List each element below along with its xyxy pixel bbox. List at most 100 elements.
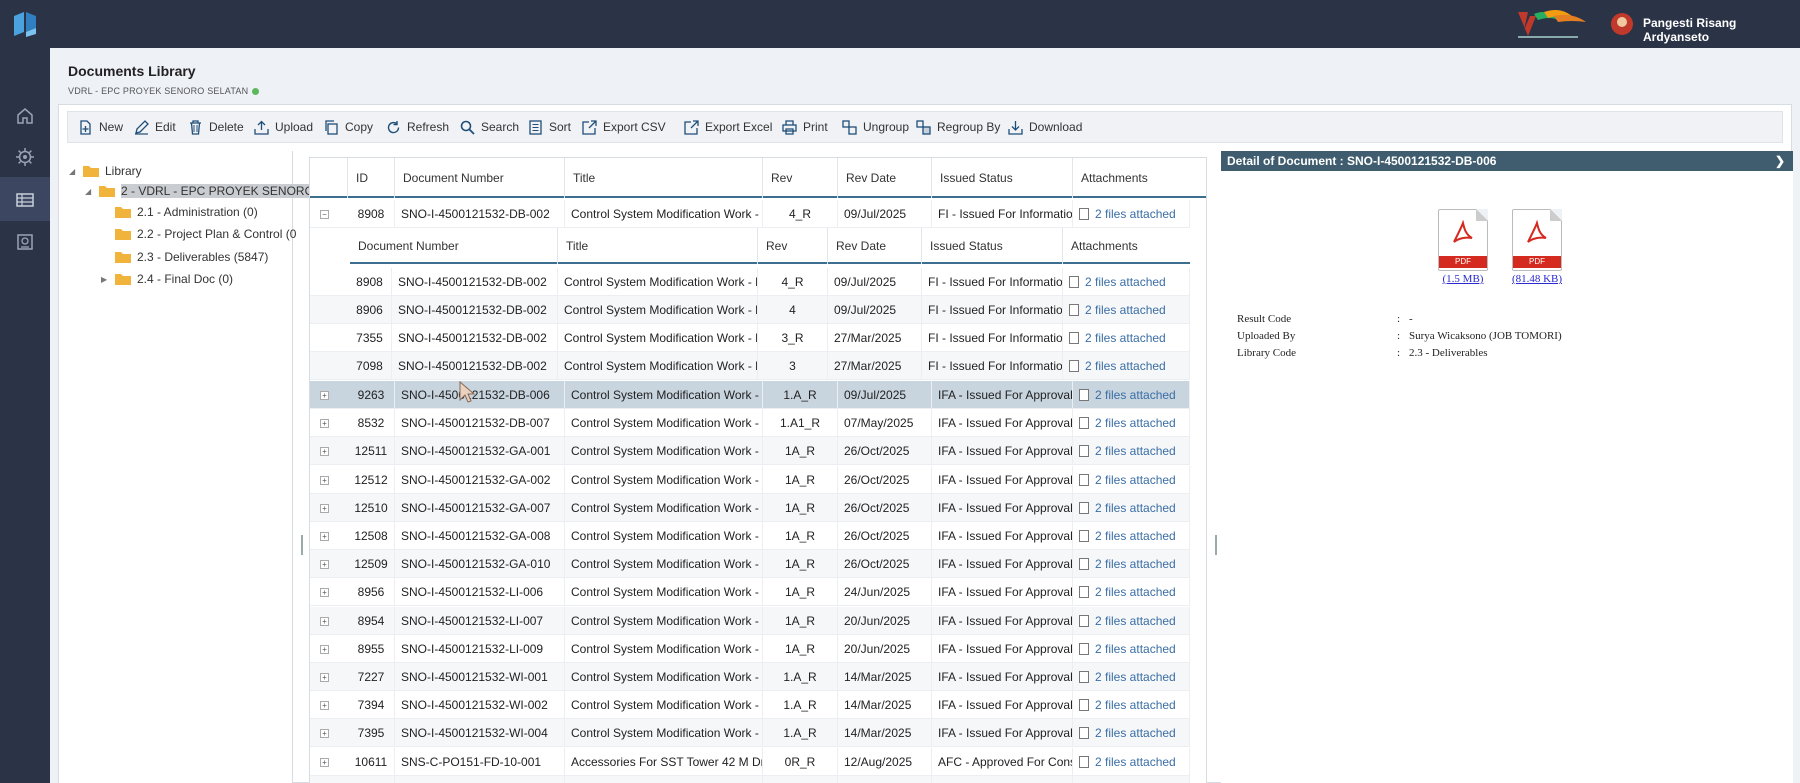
splitter-handle[interactable] xyxy=(1215,535,1217,555)
table-row[interactable]: +10611 SNS-C-PO151-FD-10-001 Accessories F… xyxy=(310,747,1190,776)
attachments-text[interactable]: 2 files attached xyxy=(1095,614,1176,628)
file-size-link[interactable]: (1.5 MB) xyxy=(1435,273,1491,285)
attachments-text[interactable]: 2 files attached xyxy=(1095,585,1176,599)
table-row[interactable]: +10602SNS-C-PO151-FD-10-002SST Tower 42 … xyxy=(310,775,1190,783)
attachments-text[interactable]: 2 files attached xyxy=(1095,642,1176,656)
attachments-link[interactable]: 2 files attached xyxy=(1073,522,1190,550)
attachments-link[interactable]: 2 files attached xyxy=(1073,550,1190,579)
info-icon[interactable] xyxy=(252,88,260,95)
expand-row-icon[interactable]: + xyxy=(320,419,329,429)
attachments-text[interactable]: 2 files attached xyxy=(1095,726,1176,740)
table-row[interactable]: +12508 SNO-I-4500121532-GA-008 Control Sys… xyxy=(310,522,1190,550)
tree-node-deliverables[interactable]: 2.3 - Deliverables (5847) xyxy=(115,247,268,267)
collapse-row-icon[interactable]: − xyxy=(320,210,329,219)
attachments-link[interactable]: 2 files attached xyxy=(1073,409,1190,438)
upload-button[interactable]: Upload xyxy=(254,112,313,142)
table-row[interactable]: 8906 SNO-I-4500121532-DB-002 Control Syste… xyxy=(310,296,1190,324)
pdf-icon[interactable]: PDF xyxy=(1438,209,1488,271)
column-header-title[interactable]: Title xyxy=(565,158,763,198)
chevron-right-icon[interactable]: ❯ xyxy=(1775,151,1785,171)
regroup-by-button[interactable]: Regroup By xyxy=(916,112,1000,142)
export-excel-button[interactable]: Export Excel xyxy=(684,112,772,142)
ungroup-button[interactable]: Ungroup xyxy=(842,112,909,142)
attachments-link[interactable]: 2 files attached xyxy=(1073,719,1190,748)
app-logo-icon[interactable] xyxy=(12,10,38,38)
column-header-attachments[interactable]: Attachments xyxy=(1073,158,1203,198)
expand-row-icon[interactable]: + xyxy=(320,588,329,598)
table-row[interactable]: +12511 SNO-I-4500121532-GA-001 Control Sys… xyxy=(310,437,1190,466)
table-row[interactable]: +7394 SNO-I-4500121532-WI-002 Control Syst… xyxy=(310,691,1190,720)
delete-button[interactable]: Delete xyxy=(188,112,244,142)
attachments-text[interactable]: 2 files attached xyxy=(1095,501,1176,515)
expand-arrow-icon[interactable]: ▶ xyxy=(101,275,111,284)
new-button[interactable]: New xyxy=(78,112,123,142)
attachments-link[interactable]: 2 files attached xyxy=(1063,296,1190,324)
pdf-icon[interactable]: PDF xyxy=(1512,209,1562,271)
table-row[interactable]: +12509 SNO-I-4500121532-GA-010 Control Sys… xyxy=(310,550,1190,579)
tree-node-library[interactable]: ◢ Library xyxy=(69,161,142,181)
expand-row-icon[interactable]: + xyxy=(320,701,329,711)
expand-row-icon[interactable]: + xyxy=(320,475,329,485)
attachments-text[interactable]: 2 files attached xyxy=(1095,670,1176,684)
subcolumn-header-rev[interactable]: Rev xyxy=(758,228,828,264)
column-header-document-number[interactable]: Document Number xyxy=(395,158,565,198)
column-header-id[interactable]: ID xyxy=(348,158,395,198)
attachments-text[interactable]: 2 files attached xyxy=(1095,444,1176,458)
subcolumn-header-title[interactable]: Title xyxy=(558,228,758,264)
attachment-file[interactable]: PDF (81.48 KB) xyxy=(1509,209,1565,285)
refresh-button[interactable]: Refresh xyxy=(386,112,449,142)
expand-row-icon[interactable]: + xyxy=(320,532,329,541)
attachments-text[interactable]: 2 files attached xyxy=(1095,207,1176,221)
table-row[interactable]: +8955 SNO-I-4500121532-LI-009 Control Syst… xyxy=(310,634,1190,663)
attachments-link[interactable]: 2 files attached xyxy=(1073,663,1190,691)
attachment-file[interactable]: PDF (1.5 MB) xyxy=(1435,209,1491,285)
column-header-issued-status[interactable]: Issued Status xyxy=(932,158,1073,198)
attachments-text[interactable]: 2 files attached xyxy=(1095,529,1176,543)
column-header-rev-date[interactable]: Rev Date xyxy=(838,158,932,198)
documents-grid-icon[interactable] xyxy=(15,190,35,210)
subcolumn-header-document-number[interactable]: Document Number xyxy=(350,228,558,264)
attachments-text[interactable]: 2 files attached xyxy=(1095,388,1176,402)
attachments-text[interactable]: 2 files attached xyxy=(1095,473,1176,487)
expand-row-icon[interactable]: + xyxy=(320,757,329,767)
export-csv-button[interactable]: Export CSV xyxy=(582,112,666,142)
expand-row-icon[interactable]: + xyxy=(320,616,329,626)
download-button[interactable]: Download xyxy=(1008,112,1082,142)
search-button[interactable]: Search xyxy=(460,112,519,142)
user-avatar[interactable] xyxy=(1611,13,1633,35)
attachments-text[interactable]: 2 files attached xyxy=(1085,275,1166,289)
table-row[interactable]: +8954 SNO-I-4500121532-LI-007 Control Syst… xyxy=(310,606,1190,635)
file-size-link[interactable]: (81.48 KB) xyxy=(1509,273,1565,285)
subcolumn-header-rev-date[interactable]: Rev Date xyxy=(828,228,922,264)
attachments-link[interactable]: 2 files attached xyxy=(1073,200,1190,228)
column-header-rev[interactable]: Rev xyxy=(763,158,838,198)
expand-row-icon[interactable]: + xyxy=(320,729,329,739)
expand-row-icon[interactable]: + xyxy=(320,644,329,654)
report-icon[interactable] xyxy=(15,232,35,252)
attachments-text[interactable]: 2 files attached xyxy=(1085,303,1166,317)
table-row[interactable]: +8956 SNO-I-4500121532-LI-006 Control Syst… xyxy=(310,578,1190,607)
attachments-text[interactable]: 2 files attached xyxy=(1095,698,1176,712)
attachments-link[interactable]: 2 files attached xyxy=(1073,381,1190,409)
table-row[interactable]: +12510 SNO-I-4500121532-GA-007 Control Sys… xyxy=(310,493,1190,522)
table-row[interactable]: +7227 SNO-I-4500121532-WI-001 Control Syst… xyxy=(310,663,1190,691)
table-row[interactable]: 7355 SNO-I-4500121532-DB-002 Control Syste… xyxy=(310,324,1190,352)
attachments-text[interactable]: 2 files attached xyxy=(1085,331,1166,345)
collapse-arrow-icon[interactable]: ◢ xyxy=(85,187,95,196)
attachments-link[interactable]: 2 files attached xyxy=(1073,634,1190,663)
table-row[interactable]: 7098 SNO-I-4500121532-DB-002 Control Syste… xyxy=(310,352,1190,380)
attachments-link[interactable]: 2 files attached xyxy=(1073,437,1190,466)
attachments-link[interactable]: 2 files attached xyxy=(1063,324,1190,352)
table-row[interactable]: +8532 SNO-I-4500121532-DB-007 Control Syst… xyxy=(310,409,1190,438)
copy-button[interactable]: Copy xyxy=(324,112,373,142)
edit-button[interactable]: Edit xyxy=(134,112,176,142)
subcolumn-header-issued-status[interactable]: Issued Status xyxy=(922,228,1063,264)
print-button[interactable]: Print xyxy=(782,112,828,142)
collapse-arrow-icon[interactable]: ◢ xyxy=(69,167,79,176)
attachments-text[interactable]: 2 files attached xyxy=(1085,359,1166,373)
table-row[interactable]: 8908 SNO-I-4500121532-DB-002 Control Syste… xyxy=(310,268,1190,296)
table-row[interactable]: +12512 SNO-I-4500121532-GA-002 Control Sys… xyxy=(310,465,1190,494)
expand-row-icon[interactable]: + xyxy=(320,447,329,457)
settings-gear-icon[interactable] xyxy=(15,147,35,167)
expand-row-icon[interactable]: + xyxy=(320,391,329,400)
